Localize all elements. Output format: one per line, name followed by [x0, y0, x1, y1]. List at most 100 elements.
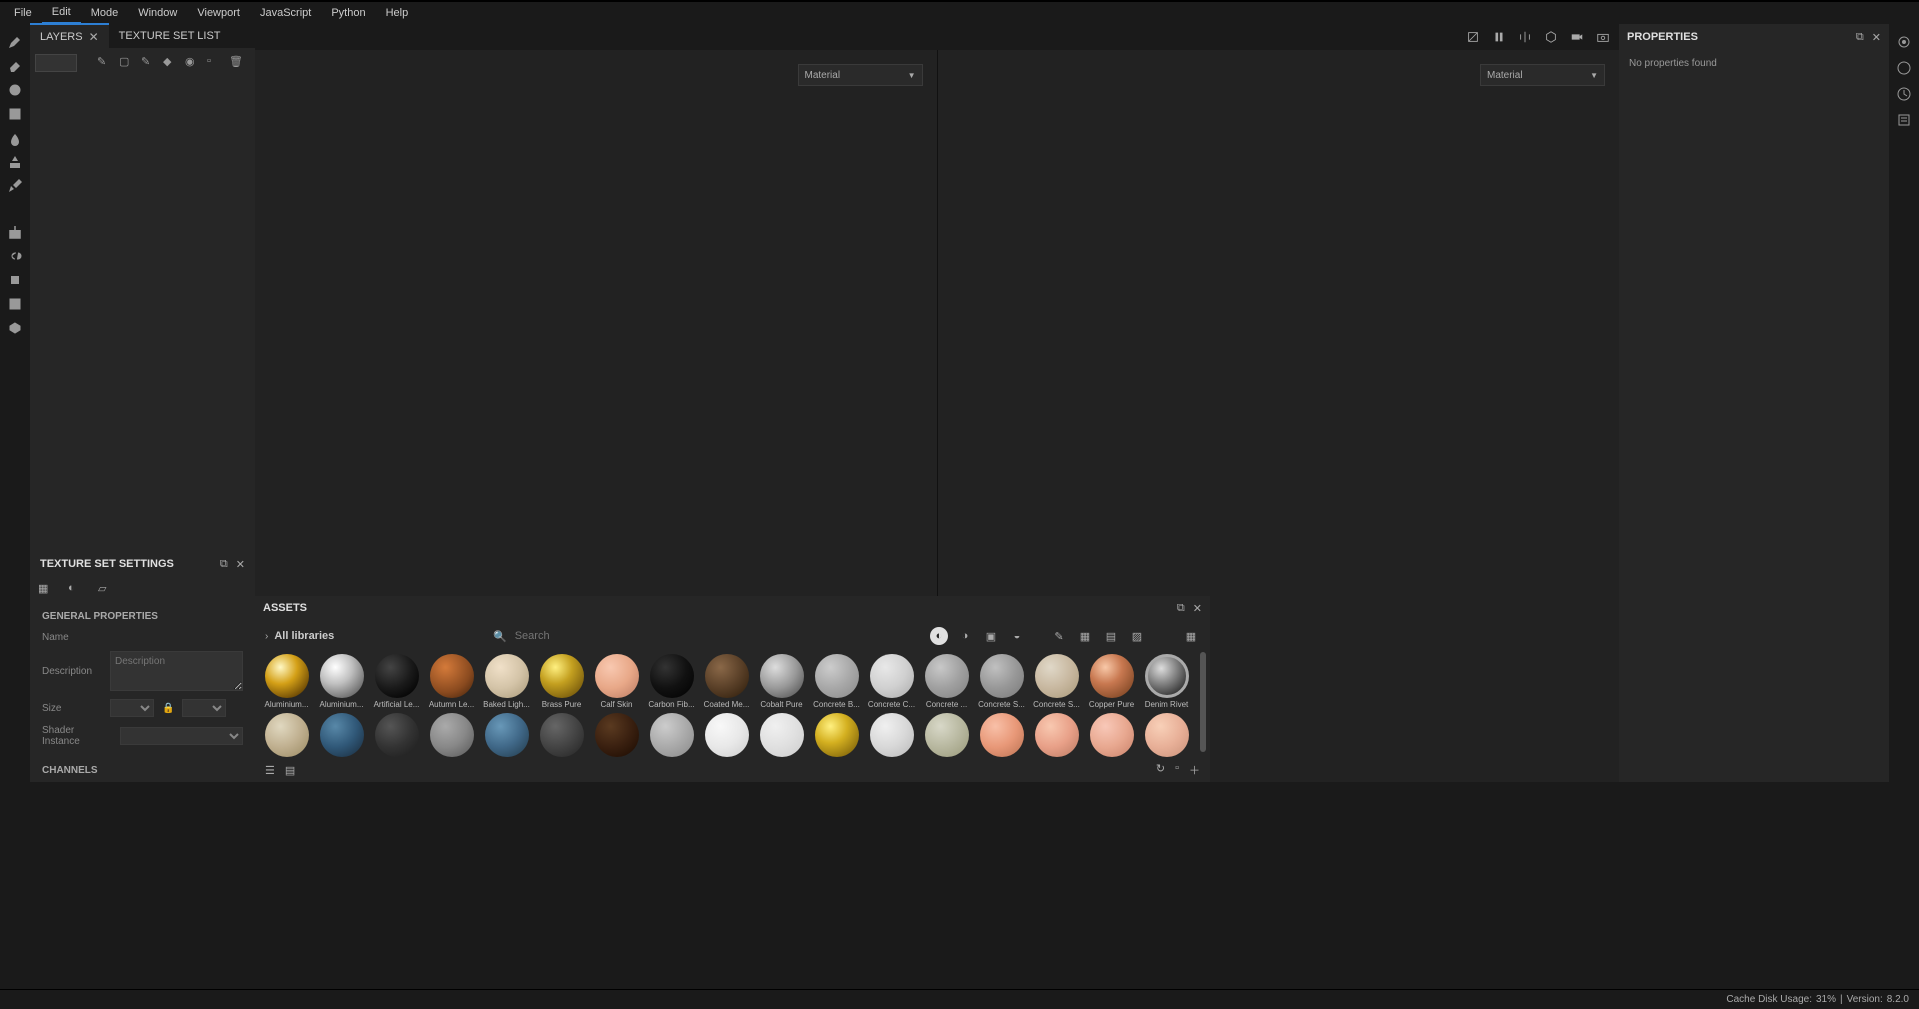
settings-tab-general-icon[interactable]: ▦: [38, 582, 56, 600]
render-icon[interactable]: [7, 320, 23, 336]
undock-icon[interactable]: ⧉: [1856, 31, 1864, 44]
asset-item[interactable]: Concrete C...: [868, 654, 915, 709]
undock-icon[interactable]: ⧉: [1177, 602, 1185, 615]
size-height-select[interactable]: [182, 699, 226, 717]
delete-layer-icon[interactable]: 🗑: [229, 55, 245, 71]
asset-item[interactable]: Baked Ligh...: [483, 654, 530, 709]
settings-tab-uv-icon[interactable]: ▱: [98, 582, 116, 600]
tab-layers[interactable]: LAYERS ✕: [30, 23, 109, 49]
undock-icon[interactable]: ⧉: [220, 558, 228, 571]
asset-item[interactable]: [648, 713, 695, 757]
settings-tab-mesh-icon[interactable]: ◐: [68, 582, 86, 600]
close-icon[interactable]: ✕: [236, 558, 245, 571]
menu-viewport[interactable]: Viewport: [187, 3, 250, 23]
size-width-select[interactable]: [110, 699, 154, 717]
asset-item[interactable]: Aluminium...: [318, 654, 365, 709]
asset-item[interactable]: Carbon Fib...: [648, 654, 695, 709]
import-icon[interactable]: ▫: [1175, 762, 1179, 778]
export-icon[interactable]: [7, 224, 23, 240]
asset-item[interactable]: [538, 713, 585, 757]
filter-smart-materials-icon[interactable]: ◑: [956, 627, 974, 645]
asset-item[interactable]: [318, 713, 365, 757]
asset-item[interactable]: [1033, 713, 1080, 757]
filter-brushes-icon[interactable]: ✎: [1050, 627, 1068, 645]
perspective-icon[interactable]: [1543, 29, 1559, 45]
add-fill-icon[interactable]: ◆: [163, 55, 179, 71]
eraser-tool-icon[interactable]: [7, 58, 23, 74]
tab-texture-set-list[interactable]: TEXTURE SET LIST: [109, 25, 231, 47]
asset-item[interactable]: Coated Me...: [703, 654, 750, 709]
filter-filters-icon[interactable]: ◒: [1008, 627, 1026, 645]
asset-item[interactable]: Denim Rivet: [1143, 654, 1190, 709]
filter-smart-masks-icon[interactable]: ▣: [982, 627, 1000, 645]
display-settings-icon[interactable]: [1896, 34, 1912, 50]
asset-item[interactable]: Cobalt Pure: [758, 654, 805, 709]
brush-tool-icon[interactable]: [7, 34, 23, 50]
menu-file[interactable]: File: [4, 3, 42, 23]
filter-environments-icon[interactable]: ▨: [1128, 627, 1146, 645]
asset-item[interactable]: [703, 713, 750, 757]
disable-icon[interactable]: [1465, 29, 1481, 45]
breadcrumb-all-libraries[interactable]: All libraries: [274, 630, 334, 642]
menu-javascript[interactable]: JavaScript: [250, 3, 321, 23]
history-icon[interactable]: [1896, 86, 1912, 102]
add-mask-icon[interactable]: ▢: [119, 55, 135, 71]
material-picker-icon[interactable]: [7, 178, 23, 194]
pause-icon[interactable]: [1491, 29, 1507, 45]
assets-scrollbar[interactable]: [1200, 652, 1206, 752]
close-icon[interactable]: ✕: [1193, 602, 1202, 615]
screenshot-icon[interactable]: [1595, 29, 1611, 45]
symmetry-icon[interactable]: [1517, 29, 1533, 45]
asset-item[interactable]: [868, 713, 915, 757]
menu-mode[interactable]: Mode: [81, 3, 129, 23]
asset-item[interactable]: Concrete S...: [978, 654, 1025, 709]
asset-item[interactable]: Brass Pure: [538, 654, 585, 709]
asset-item[interactable]: Concrete B...: [813, 654, 860, 709]
shader-settings-icon[interactable]: [1896, 60, 1912, 76]
asset-item[interactable]: Calf Skin: [593, 654, 640, 709]
add-icon[interactable]: ＋: [1189, 762, 1200, 778]
description-input[interactable]: [110, 651, 243, 691]
path-view-icon[interactable]: ▤: [285, 764, 295, 777]
view-grid-icon[interactable]: ▦: [1182, 627, 1200, 645]
add-smart-icon[interactable]: ◉: [185, 55, 201, 71]
search-input[interactable]: [515, 630, 922, 642]
asset-item[interactable]: [483, 713, 530, 757]
bake-icon[interactable]: [7, 272, 23, 288]
asset-item[interactable]: [923, 713, 970, 757]
add-effect-icon[interactable]: ✎: [97, 55, 113, 71]
asset-item[interactable]: [593, 713, 640, 757]
asset-item[interactable]: [978, 713, 1025, 757]
add-layer-icon[interactable]: ✎: [141, 55, 157, 71]
asset-item[interactable]: Copper Pure: [1088, 654, 1135, 709]
asset-item[interactable]: [428, 713, 475, 757]
asset-item[interactable]: [813, 713, 860, 757]
blend-mode-dropdown[interactable]: [35, 54, 77, 72]
projection-tool-icon[interactable]: [7, 82, 23, 98]
refresh-icon[interactable]: ↻: [1156, 762, 1165, 778]
list-view-icon[interactable]: ☰: [265, 764, 275, 777]
link-icon[interactable]: [7, 248, 23, 264]
menu-window[interactable]: Window: [128, 3, 187, 23]
lock-icon[interactable]: 🔒: [162, 703, 174, 714]
clone-tool-icon[interactable]: [7, 154, 23, 170]
polygon-fill-tool-icon[interactable]: [7, 106, 23, 122]
shader-instance-select[interactable]: [120, 727, 243, 745]
close-icon[interactable]: ✕: [1872, 31, 1881, 44]
asset-item[interactable]: Autumn Le...: [428, 654, 475, 709]
asset-item[interactable]: [263, 713, 310, 757]
filter-alphas-icon[interactable]: ▦: [1076, 627, 1094, 645]
smudge-tool-icon[interactable]: [7, 130, 23, 146]
add-folder-icon[interactable]: ▫: [207, 55, 223, 71]
asset-item[interactable]: [373, 713, 420, 757]
asset-item[interactable]: Aluminium...: [263, 654, 310, 709]
asset-item[interactable]: [1088, 713, 1135, 757]
menu-help[interactable]: Help: [376, 3, 419, 23]
asset-item[interactable]: Concrete ...: [923, 654, 970, 709]
material-dropdown-2d[interactable]: Material ▼: [1480, 64, 1605, 86]
filter-textures-icon[interactable]: ▤: [1102, 627, 1120, 645]
close-icon[interactable]: ✕: [89, 30, 99, 44]
asset-item[interactable]: Artificial Le...: [373, 654, 420, 709]
asset-item[interactable]: [1143, 713, 1190, 757]
menu-python[interactable]: Python: [321, 3, 375, 23]
